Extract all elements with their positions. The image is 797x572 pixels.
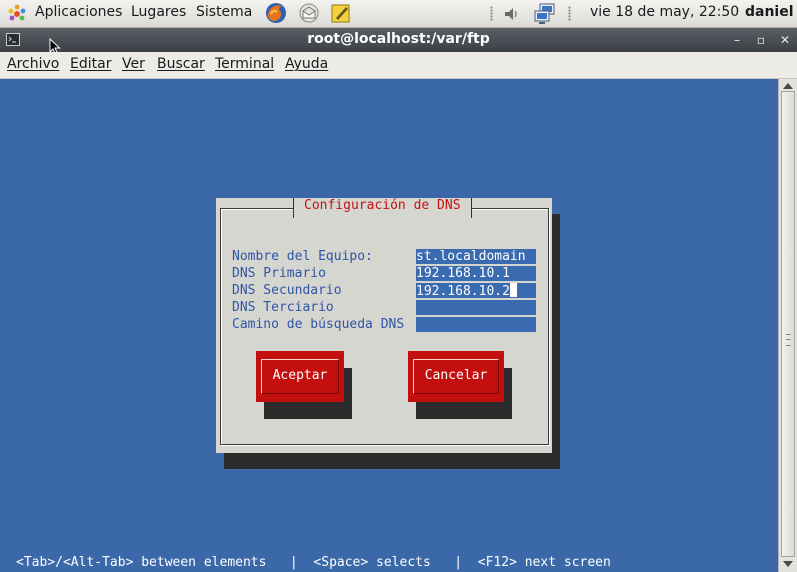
ok-button-label: Aceptar xyxy=(261,359,339,394)
hostname-field[interactable]: st.localdomain xyxy=(416,249,536,265)
mail-icon[interactable] xyxy=(298,2,320,24)
menu-buscar[interactable]: Buscar xyxy=(157,56,205,72)
dns-search-path-field[interactable] xyxy=(416,317,536,333)
firefox-icon[interactable] xyxy=(265,2,287,24)
dns-secondary-value: 192.168.10.2 xyxy=(416,284,510,299)
dns-primary-label: DNS Primario xyxy=(232,266,326,281)
ok-button[interactable]: Aceptar xyxy=(256,351,344,402)
menu-archivo[interactable]: Archivo xyxy=(7,56,59,72)
dialog-title: Configuración de DNS xyxy=(293,198,472,218)
gnome-foot-icon[interactable] xyxy=(7,4,27,24)
dns-search-path-label: Camino de búsqueda DNS xyxy=(232,317,405,332)
user-name[interactable]: daniel xyxy=(745,4,794,20)
network-icon[interactable] xyxy=(533,3,557,25)
dns-tertiary-label: DNS Terciario xyxy=(232,300,334,315)
clock[interactable]: vie 18 de may, 22:50 xyxy=(590,4,739,20)
window-title: root@localhost:/var/ftp xyxy=(307,31,490,47)
dns-config-dialog: Configuración de DNS Nombre del Equipo: … xyxy=(216,198,552,453)
scrollbar-thumb[interactable] xyxy=(781,91,795,557)
cancel-button-label: Cancelar xyxy=(413,359,499,394)
volume-icon[interactable] xyxy=(503,5,521,23)
dns-secondary-label: DNS Secundario xyxy=(232,283,342,298)
system-menu[interactable]: Sistema xyxy=(196,4,252,20)
notes-icon[interactable] xyxy=(330,2,352,24)
maximize-button[interactable]: ▫ xyxy=(753,32,769,48)
hostname-value: st.localdomain xyxy=(416,249,526,264)
menu-ver[interactable]: Ver xyxy=(122,56,145,72)
menu-terminal[interactable]: Terminal xyxy=(215,56,274,72)
panel-separator xyxy=(490,6,493,21)
text-cursor xyxy=(509,283,517,297)
places-menu[interactable]: Lugares xyxy=(131,4,186,20)
cancel-button[interactable]: Cancelar xyxy=(408,351,504,402)
top-panel: Aplicaciones Lugares Sistema vie 18 de m… xyxy=(0,0,797,28)
dns-tertiary-field[interactable] xyxy=(416,300,536,316)
menubar: Archivo Editar Ver Buscar Terminal Ayuda xyxy=(0,52,797,79)
dns-secondary-field[interactable]: 192.168.10.2 xyxy=(416,283,536,299)
hostname-label: Nombre del Equipo: xyxy=(232,249,373,264)
panel-separator xyxy=(568,6,571,21)
scroll-up-arrow-icon[interactable] xyxy=(783,83,793,89)
applications-menu[interactable]: Aplicaciones xyxy=(35,4,122,20)
scrollbar[interactable] xyxy=(778,79,797,572)
window-titlebar[interactable]: root@localhost:/var/ftp – ▫ ✕ xyxy=(0,28,797,56)
minimize-button[interactable]: – xyxy=(729,32,745,48)
close-button[interactable]: ✕ xyxy=(777,32,793,48)
menu-editar[interactable]: Editar xyxy=(70,56,111,72)
dns-primary-field[interactable]: 192.168.10.1 xyxy=(416,266,536,282)
scroll-down-arrow-icon[interactable] xyxy=(783,561,793,567)
newt-help-line: <Tab>/<Alt-Tab> between elements | <Spac… xyxy=(16,555,611,570)
dns-primary-value: 192.168.10.1 xyxy=(416,266,510,281)
menu-ayuda[interactable]: Ayuda xyxy=(285,56,328,72)
